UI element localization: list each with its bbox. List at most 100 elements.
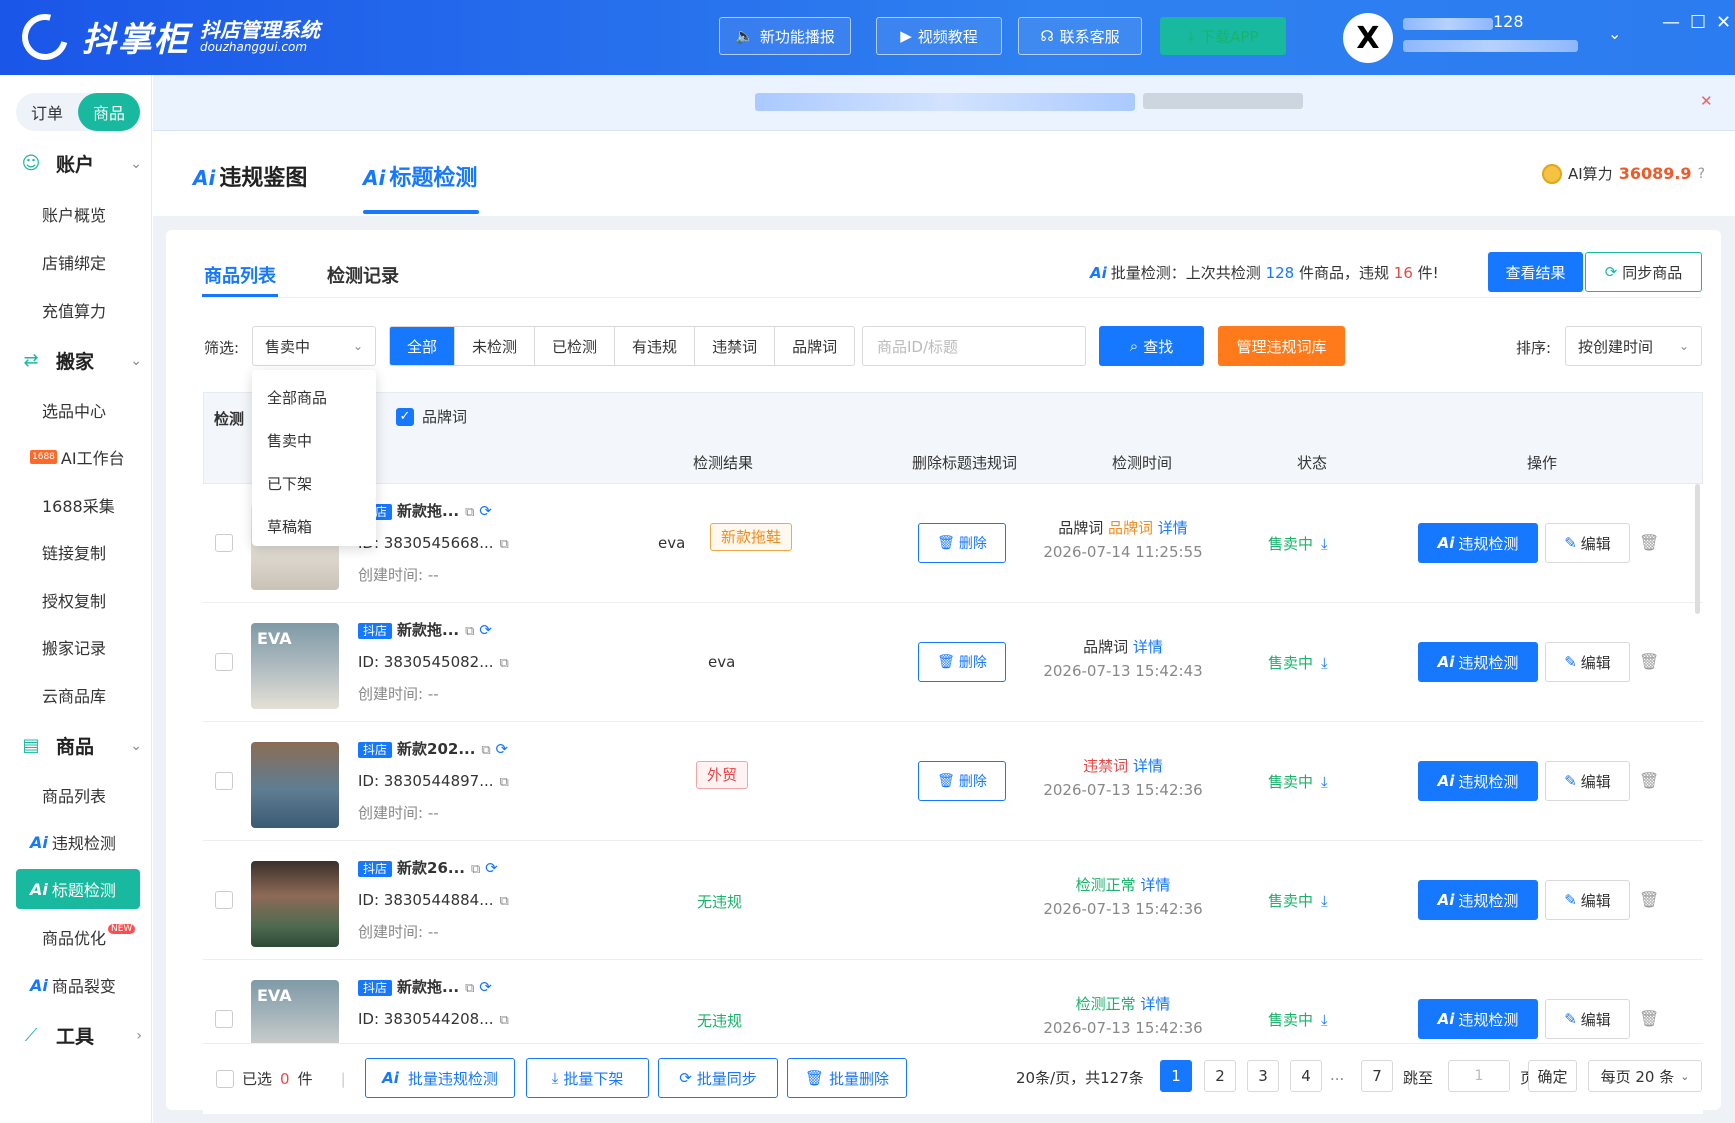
table-scrollbar[interactable] <box>1695 484 1700 614</box>
dropdown-option-off-shelf[interactable]: 已下架 <box>252 462 376 505</box>
detail-link[interactable]: 详情 <box>1133 757 1163 775</box>
product-title[interactable]: 新款202... <box>397 740 475 758</box>
segment-undetected[interactable]: 未检测 <box>455 327 536 365</box>
batch-sync-button[interactable]: ⟳ 批量同步 <box>658 1058 778 1098</box>
sidebar-item-goods-optimize[interactable]: 商品优化 NEW <box>16 917 140 957</box>
dropdown-option-all[interactable]: 全部商品 <box>252 376 376 419</box>
download-app-button[interactable]: ⤓ 下载APP <box>1160 17 1286 55</box>
search-button[interactable]: ⌕ 查找 <box>1099 326 1204 366</box>
refresh-icon[interactable]: ⟳ <box>479 978 492 996</box>
sidebar-item-auth-copy[interactable]: 授权复制 <box>16 580 140 620</box>
row-checkbox[interactable] <box>215 1010 233 1028</box>
switch-orders[interactable]: 订单 <box>16 93 78 131</box>
copy-icon[interactable]: ⧉ <box>465 624 474 639</box>
edit-button[interactable]: ✎ 编辑 <box>1545 999 1630 1039</box>
copy-icon[interactable]: ⧉ <box>500 656 509 671</box>
sidebar-item-move-records[interactable]: 搬家记录 <box>16 627 140 667</box>
copy-icon[interactable]: ⧉ <box>500 537 509 552</box>
download-icon[interactable]: ⤓ <box>1321 1011 1328 1029</box>
segment-all[interactable]: 全部 <box>390 327 456 365</box>
segment-violation[interactable]: 有违规 <box>615 327 696 365</box>
violation-detect-button[interactable]: Ai 违规检测 <box>1418 761 1538 801</box>
tab-detect-records[interactable]: 检测记录 <box>327 262 399 288</box>
delete-words-button[interactable]: 🗑 删除 <box>918 523 1006 563</box>
sidebar-group-account[interactable]: ☺ 账户 ⌄ <box>20 150 142 177</box>
segment-forbidden[interactable]: 违禁词 <box>695 327 776 365</box>
trash-icon[interactable]: 🗑 <box>1639 771 1659 790</box>
manage-words-button[interactable]: 管理违规词库 <box>1218 326 1345 366</box>
page-7[interactable]: 7 <box>1361 1060 1393 1092</box>
sidebar-item-goods-fission[interactable]: Ai 商品裂变 <box>16 965 140 1005</box>
dropdown-option-drafts[interactable]: 草稿箱 <box>252 505 376 548</box>
per-page-select[interactable]: 每页 20 条 ⌄ <box>1588 1060 1702 1092</box>
refresh-icon[interactable]: ⟳ <box>479 502 492 520</box>
download-icon[interactable]: ⤓ <box>1321 892 1328 910</box>
copy-icon[interactable]: ⧉ <box>500 894 509 909</box>
violation-detect-button[interactable]: Ai 违规检测 <box>1418 642 1538 682</box>
violation-detect-button[interactable]: Ai 违规检测 <box>1418 999 1538 1039</box>
copy-icon[interactable]: ⧉ <box>500 1013 509 1028</box>
sidebar-item-account-overview[interactable]: 账户概览 <box>16 194 140 234</box>
trash-icon[interactable]: 🗑 <box>1639 533 1659 552</box>
delete-words-button[interactable]: 🗑 删除 <box>918 642 1006 682</box>
close-icon[interactable]: ✕ <box>1716 12 1731 33</box>
detail-link[interactable]: 详情 <box>1140 995 1170 1013</box>
jump-input[interactable]: 1 <box>1448 1060 1510 1092</box>
edit-button[interactable]: ✎ 编辑 <box>1545 523 1630 563</box>
sidebar-item-shop-binding[interactable]: 店铺绑定 <box>16 242 140 282</box>
sidebar-item-cloud-library[interactable]: 云商品库 <box>16 675 140 715</box>
batch-detect-button[interactable]: Ai 批量违规检测 <box>365 1058 515 1098</box>
sort-select[interactable]: 按创建时间 ⌄ <box>1565 326 1702 366</box>
sidebar-item-violation-detect[interactable]: Ai 违规检测 <box>16 822 140 862</box>
video-tutorial-button[interactable]: ▶ 视频教程 <box>876 17 1002 55</box>
sidebar-item-link-copy[interactable]: 链接复制 <box>16 532 140 572</box>
page-2[interactable]: 2 <box>1204 1060 1236 1092</box>
order-goods-switch[interactable]: 订单 商品 <box>16 93 140 131</box>
violation-detect-button[interactable]: Ai 违规检测 <box>1418 880 1538 920</box>
refresh-icon[interactable]: ⟳ <box>479 621 492 639</box>
refresh-icon[interactable]: ⟳ <box>496 740 509 758</box>
jump-confirm-button[interactable]: 确定 <box>1528 1060 1577 1092</box>
copy-icon[interactable]: ⧉ <box>465 505 474 520</box>
product-title[interactable]: 新款拖... <box>397 978 459 996</box>
delete-words-button[interactable]: 🗑 删除 <box>918 761 1006 801</box>
detail-link[interactable]: 详情 <box>1158 519 1188 537</box>
new-features-button[interactable]: 🔈 新功能播报 <box>719 17 851 55</box>
download-icon[interactable]: ⤓ <box>1321 535 1328 553</box>
help-icon[interactable]: ? <box>1698 166 1705 182</box>
segment-brand[interactable]: 品牌词 <box>775 327 854 365</box>
copy-icon[interactable]: ⧉ <box>471 862 480 877</box>
tab-violation-image[interactable]: Ai 违规鉴图 <box>193 160 307 192</box>
edit-button[interactable]: ✎ 编辑 <box>1545 761 1630 801</box>
sidebar-item-selection-center[interactable]: 选品中心 <box>16 390 140 430</box>
edit-button[interactable]: ✎ 编辑 <box>1545 642 1630 682</box>
chevron-down-icon[interactable]: ⌄ <box>1608 24 1621 43</box>
search-input[interactable]: 商品ID/标题 <box>862 326 1086 366</box>
product-title[interactable]: 新款拖... <box>397 621 459 639</box>
product-title[interactable]: 新款26... <box>397 859 465 877</box>
edit-button[interactable]: ✎ 编辑 <box>1545 880 1630 920</box>
sync-goods-button[interactable]: ⟳ 同步商品 <box>1585 252 1702 292</box>
brand-checkbox[interactable]: ✓ 品牌词 <box>396 406 467 427</box>
dropdown-option-on-sale[interactable]: 售卖中 <box>252 419 376 462</box>
sidebar-group-tools[interactable]: ⟋ 工具 › <box>20 1022 142 1049</box>
trash-icon[interactable]: 🗑 <box>1639 652 1659 671</box>
tab-title-detect[interactable]: Ai 标题检测 <box>363 160 477 192</box>
page-1[interactable]: 1 <box>1160 1060 1192 1092</box>
sidebar-item-title-detect[interactable]: Ai 标题检测 <box>16 869 140 909</box>
trash-icon[interactable]: 🗑 <box>1639 1009 1659 1028</box>
sidebar-item-ai-workbench[interactable]: 1688 AI工作台 <box>16 437 140 477</box>
switch-goods[interactable]: 商品 <box>78 93 140 131</box>
select-all[interactable]: 已选 0 件 | <box>216 1068 346 1089</box>
sidebar-item-1688-collect[interactable]: 1688采集 <box>16 485 140 525</box>
refresh-icon[interactable]: ⟳ <box>485 859 498 877</box>
copy-icon[interactable]: ⧉ <box>500 775 509 790</box>
batch-offshelf-button[interactable]: ⤓ 批量下架 <box>526 1058 649 1098</box>
row-checkbox[interactable] <box>215 653 233 671</box>
page-3[interactable]: 3 <box>1247 1060 1279 1092</box>
segment-detected[interactable]: 已检测 <box>535 327 616 365</box>
sidebar-group-move[interactable]: ⇄ 搬家 ⌄ <box>20 347 142 374</box>
copy-icon[interactable]: ⧉ <box>481 743 490 758</box>
product-title[interactable]: 新款拖... <box>397 502 459 520</box>
sidebar-item-recharge[interactable]: 充值算力 <box>16 290 140 330</box>
